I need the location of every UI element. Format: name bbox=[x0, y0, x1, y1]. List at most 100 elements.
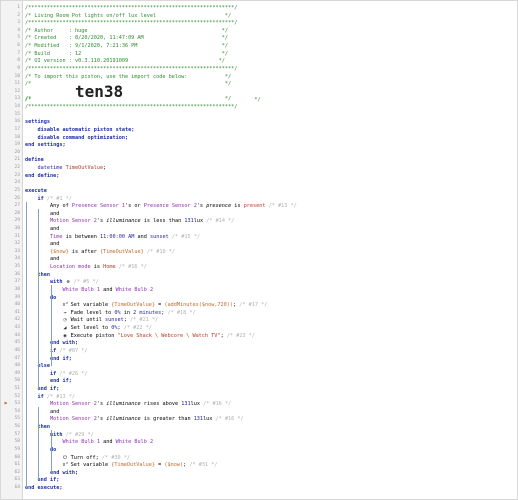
device-name[interactable]: Presence Sensor 2 bbox=[144, 203, 197, 209]
block-guide-line bbox=[38, 209, 39, 389]
keyword: then bbox=[37, 424, 51, 431]
comment-text: /* Author : huge */ bbox=[25, 27, 229, 34]
device-name[interactable]: Motion Sensor 2 bbox=[50, 218, 97, 224]
step-comment: /* #30 */ bbox=[98, 454, 130, 461]
code-text: and bbox=[50, 225, 60, 232]
comment-text: /* */ bbox=[25, 96, 232, 103]
step-comment: /* #18 */ bbox=[164, 309, 196, 316]
code-text: Execute piston bbox=[67, 332, 118, 339]
step-comment: /* #31 */ bbox=[186, 462, 218, 469]
code-text: lux bbox=[193, 218, 204, 225]
code-text: is between bbox=[62, 233, 100, 240]
value-token: sunset bbox=[104, 317, 124, 324]
device-name[interactable]: Presence Sensor 1 bbox=[72, 203, 125, 209]
code-text: 's bbox=[96, 401, 107, 408]
piston-code-editor: 1/**************************************… bbox=[0, 0, 518, 500]
keyword: with bbox=[50, 431, 63, 438]
keyword: then bbox=[37, 271, 51, 278]
string-value: "Love Shack \ Webcore \ Watch TV" bbox=[117, 332, 221, 339]
keyword: with bbox=[50, 279, 66, 286]
code-text: is after bbox=[68, 248, 100, 255]
step-comment: /* #22 */ bbox=[120, 325, 152, 332]
code-text: rises above bbox=[140, 401, 182, 408]
value-token: 131 bbox=[184, 218, 194, 225]
keyword: end if; bbox=[50, 355, 72, 362]
code-text: and bbox=[99, 439, 116, 446]
keyword: disable command optimization; bbox=[37, 134, 129, 141]
step-comment: /* #07 */ bbox=[56, 347, 88, 354]
attribute-name: illuminance bbox=[106, 218, 141, 225]
code-text: is greater than bbox=[140, 416, 194, 423]
step-comment: /* #26 */ bbox=[56, 370, 88, 377]
step-comment: /* #14 */ bbox=[203, 218, 235, 225]
step-comment: /* #5 */ bbox=[70, 279, 99, 286]
code-text: Set variable bbox=[67, 302, 112, 309]
code-content: end execute; bbox=[25, 484, 62, 493]
code-text: is less than bbox=[140, 218, 185, 225]
step-comment: /* #16 */ bbox=[199, 401, 232, 408]
step-comment: /* #21 */ bbox=[126, 317, 159, 324]
comment-text: /* UI version : v0.3.110.20191009 */ bbox=[25, 58, 225, 65]
comment-text: /***************************************… bbox=[25, 20, 238, 27]
expression-token: {$now} bbox=[50, 248, 69, 255]
expression-token: {TimeOutValue} bbox=[111, 462, 155, 469]
keyword: end if; bbox=[37, 477, 60, 484]
keyword: end if; bbox=[50, 378, 72, 385]
code-text: Wait until bbox=[67, 317, 105, 324]
step-comment: /* #10 */ bbox=[143, 248, 175, 255]
keyword: end execute; bbox=[25, 485, 63, 492]
code-text: Turn off; bbox=[67, 454, 99, 461]
code-text: and bbox=[134, 233, 150, 240]
code-text: Fade level to bbox=[67, 309, 115, 316]
device-name[interactable]: Time bbox=[50, 234, 63, 240]
device-name[interactable]: Motion Sensor 2 bbox=[50, 401, 97, 407]
step-comment: /* #29 */ bbox=[62, 431, 94, 438]
step-comment: /* #1 */ bbox=[43, 195, 72, 202]
keyword: end define; bbox=[25, 172, 60, 179]
device-name[interactable]: White Bulb 1 bbox=[63, 439, 100, 445]
code-text: and bbox=[50, 210, 60, 217]
code-text: = bbox=[154, 462, 165, 469]
step-comment: /* #16 */ bbox=[115, 264, 147, 271]
code-text: and bbox=[99, 286, 116, 293]
keyword: else bbox=[37, 363, 51, 370]
code-text: is bbox=[90, 264, 104, 271]
code-text: and bbox=[50, 256, 60, 263]
device-name[interactable]: Motion Sensor 2 bbox=[50, 416, 97, 422]
keyword: settings bbox=[25, 119, 50, 126]
comment-text: /* Build : 12 */ bbox=[25, 50, 229, 57]
code-text: Set level to bbox=[67, 325, 112, 332]
attribute-name: illuminance bbox=[106, 401, 141, 408]
device-name[interactable]: White Bulb 2 bbox=[116, 287, 153, 293]
comment-text: /***************************************… bbox=[25, 65, 238, 72]
block-guide-line bbox=[50, 430, 52, 473]
comment-text: /* */ bbox=[25, 81, 232, 88]
keyword: execute bbox=[25, 187, 47, 194]
block-guide-line bbox=[50, 285, 52, 367]
expression-token: {TimeOutValue} bbox=[99, 248, 144, 255]
comment-text: /* Created : 8/20/2020, 11:47:09 AM */ bbox=[25, 35, 229, 42]
device-name[interactable]: White Bulb 2 bbox=[116, 439, 153, 445]
device-name[interactable]: Location mode bbox=[50, 264, 91, 270]
code-text: Any of bbox=[50, 203, 72, 210]
device-name[interactable]: White Bulb 1 bbox=[63, 287, 100, 293]
step-comment: /* #17 */ bbox=[236, 302, 268, 309]
code-text: Set variable bbox=[67, 462, 112, 469]
keyword: end with; bbox=[50, 340, 79, 347]
keyword: end settings; bbox=[25, 142, 66, 149]
comment-text: /***************************************… bbox=[25, 5, 238, 11]
value-token: 131 bbox=[193, 416, 204, 423]
variable-name[interactable]: TimeOutValue bbox=[66, 165, 103, 171]
comment-text: /* Living Room Pot lights on/off lux lev… bbox=[25, 12, 232, 19]
code-text: in bbox=[120, 309, 134, 316]
code-text: ; bbox=[103, 165, 107, 172]
block-guide-line bbox=[25, 201, 27, 489]
code-text: 's bbox=[96, 218, 107, 225]
code-text: 's or bbox=[124, 203, 144, 210]
block-guide-line bbox=[38, 407, 39, 481]
step-comment: /* #16 */ bbox=[212, 416, 244, 423]
code-text: lux bbox=[190, 401, 200, 408]
expression-token: {TimeOutValue} bbox=[111, 302, 155, 309]
keyword: end if; bbox=[37, 386, 60, 392]
attribute-name: illuminance bbox=[106, 416, 141, 423]
